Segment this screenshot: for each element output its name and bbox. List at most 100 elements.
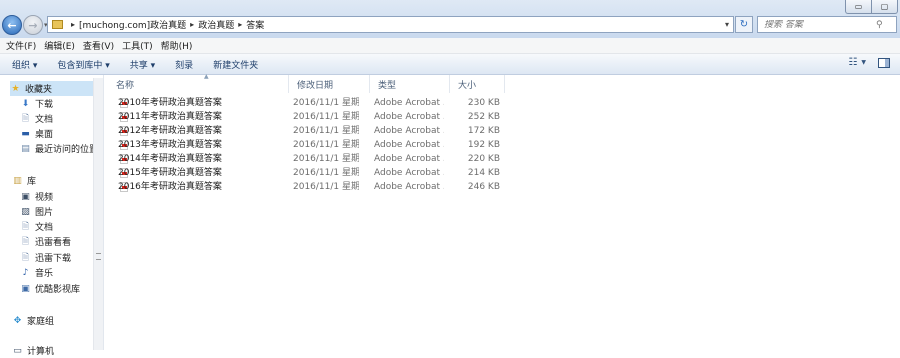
burn-button[interactable]: 刻录 <box>175 58 193 71</box>
file-row[interactable]: 2011年考研政治真题答案 2016/11/1 星期... Adobe Acro… <box>104 110 524 124</box>
sidebar-item-label: 优酷影视库 <box>35 285 81 295</box>
sidebar-item-label: 音乐 <box>35 269 54 279</box>
file-list: 名称 ▲ 修改日期 类型 大小 2010年考研政治真题答案 2016/11/1 … <box>104 73 900 350</box>
sidebar-item-label: 迅雷看看 <box>35 238 72 248</box>
view-controls: ☷ ▼ <box>848 57 890 68</box>
file-name: 2015年考研政治真题答案 <box>118 168 222 178</box>
share-button[interactable]: 共享 ▾ <box>130 58 155 71</box>
search-icon[interactable]: ⚲ <box>876 20 883 30</box>
computer-icon: ▭ <box>13 345 22 356</box>
forward-arrow-icon: → <box>28 18 38 32</box>
refresh-icon: ↻ <box>739 19 749 30</box>
title-bar: ▭ ▢ ← → ▾ ▸ [muchong.com]政治真题 ▸ 政治真题 ▸ 答… <box>0 0 900 38</box>
maximize-button[interactable]: ▢ <box>871 0 898 14</box>
sidebar-item-label: 迅雷下载 <box>35 254 72 264</box>
column-header-label: 修改日期 <box>297 80 334 91</box>
back-arrow-icon: ← <box>7 18 17 32</box>
file-row[interactable]: 2013年考研政治真题答案 2016/11/1 星期... Adobe Acro… <box>104 138 524 152</box>
sort-ascending-icon: ▲ <box>204 73 209 80</box>
file-size: 220 KB <box>467 154 500 164</box>
file-row[interactable]: 2014年考研政治真题答案 2016/11/1 星期... Adobe Acro… <box>104 152 524 166</box>
preview-pane-icon[interactable] <box>878 57 890 68</box>
file-date: 2016/11/1 星期... <box>293 98 359 108</box>
file-date: 2016/11/1 星期... <box>293 182 359 192</box>
homegroup-icon: ✥ <box>13 315 22 326</box>
file-name: 2013年考研政治真题答案 <box>118 140 222 150</box>
file-type: Adobe Acrobat ... <box>374 154 444 164</box>
view-dropdown-icon[interactable]: ▼ <box>861 59 866 66</box>
forward-button[interactable]: → <box>23 15 43 35</box>
file-type: Adobe Acrobat ... <box>374 168 444 178</box>
breadcrumb-separator: ▸ <box>71 20 76 29</box>
file-date: 2016/11/1 星期... <box>293 126 359 136</box>
column-header-size[interactable]: 大小 <box>450 75 505 93</box>
address-dropdown-icon[interactable]: ▾ <box>725 20 729 29</box>
file-row[interactable]: 2012年考研政治真题答案 2016/11/1 星期... Adobe Acro… <box>104 124 524 138</box>
sidebar-item-label: 收藏夹 <box>25 85 53 95</box>
menu-view[interactable]: 查看(V) <box>83 39 114 52</box>
library-icon: ▥ <box>13 175 22 186</box>
column-header-label: 名称 <box>116 80 135 91</box>
breadcrumb-item[interactable]: 政治真题 <box>198 18 234 31</box>
file-type: Adobe Acrobat ... <box>374 126 444 136</box>
video-library-icon: ▣ <box>21 283 30 294</box>
navigation-pane: ★ 收藏夹 ⬇ 下载 🗎 文档 ▬ 桌面 ▤ 最近访问的位置 ▥ 库 ▣ 视频 … <box>0 75 104 357</box>
file-type: Adobe Acrobat ... <box>374 182 444 192</box>
search-box[interactable]: ⚲ <box>757 16 897 33</box>
sidebar-item-label: 视频 <box>35 193 54 203</box>
column-header-name[interactable]: 名称 ▲ <box>108 73 289 93</box>
include-in-library-button[interactable]: 包含到库中 ▾ <box>57 58 109 71</box>
file-date: 2016/11/1 星期... <box>293 112 359 122</box>
star-icon: ★ <box>11 83 20 94</box>
picture-icon: ▨ <box>21 206 30 217</box>
file-row[interactable]: 2015年考研政治真题答案 2016/11/1 星期... Adobe Acro… <box>104 166 524 180</box>
minimize-button[interactable]: ▭ <box>845 0 871 14</box>
new-folder-button[interactable]: 新建文件夹 <box>213 58 258 71</box>
file-size: 230 KB <box>467 98 500 108</box>
menu-help[interactable]: 帮助(H) <box>161 39 193 52</box>
column-header-type[interactable]: 类型 <box>370 75 450 93</box>
navigation-buttons: ← → ▾ <box>2 15 52 35</box>
column-header-label: 大小 <box>458 80 477 91</box>
column-header-label: 类型 <box>378 80 397 91</box>
file-size: 172 KB <box>467 126 500 136</box>
file-size: 246 KB <box>467 182 500 192</box>
breadcrumb-separator[interactable]: ▸ <box>238 20 242 29</box>
organize-button[interactable]: 组织 ▾ <box>12 58 37 71</box>
navigation-pane-scrollbar[interactable] <box>93 78 103 350</box>
sidebar-item-label: 文档 <box>35 115 54 125</box>
back-button[interactable]: ← <box>2 15 22 35</box>
file-size: 214 KB <box>467 168 500 178</box>
recent-places-icon: ▤ <box>21 143 30 154</box>
scrollbar-grip[interactable] <box>96 253 101 260</box>
sidebar-item-favorites[interactable]: ★ 收藏夹 <box>10 81 93 96</box>
video-icon: ▣ <box>21 191 30 202</box>
search-input[interactable] <box>764 19 874 30</box>
breadcrumb-item[interactable]: 答案 <box>246 18 264 31</box>
folder-icon <box>52 20 63 29</box>
sidebar-item-label: 图片 <box>35 208 54 218</box>
file-type: Adobe Acrobat ... <box>374 98 444 108</box>
file-type: Adobe Acrobat ... <box>374 140 444 150</box>
view-options-icon[interactable]: ☷ <box>848 57 857 68</box>
file-row[interactable]: 2010年考研政治真题答案 2016/11/1 星期... Adobe Acro… <box>104 96 524 110</box>
sidebar-item-label: 桌面 <box>35 130 54 140</box>
file-row[interactable]: 2016年考研政治真题答案 2016/11/1 星期... Adobe Acro… <box>104 180 524 194</box>
menu-tools[interactable]: 工具(T) <box>122 39 153 52</box>
column-header-date[interactable]: 修改日期 <box>289 75 370 93</box>
file-name: 2010年考研政治真题答案 <box>118 98 222 108</box>
file-date: 2016/11/1 星期... <box>293 154 359 164</box>
breadcrumb-separator[interactable]: ▸ <box>190 20 194 29</box>
menu-edit[interactable]: 编辑(E) <box>44 39 75 52</box>
document-icon: 🗎 <box>21 221 30 232</box>
sidebar-item-label: 家庭组 <box>27 317 55 327</box>
file-size: 192 KB <box>467 140 500 150</box>
refresh-button[interactable]: ↻ <box>735 16 753 33</box>
file-size: 252 KB <box>467 112 500 122</box>
address-bar[interactable]: ▸ [muchong.com]政治真题 ▸ 政治真题 ▸ 答案 ▾ <box>47 16 734 33</box>
breadcrumb-item[interactable]: [muchong.com]政治真题 <box>79 18 186 31</box>
document-icon: 🗎 <box>21 252 30 263</box>
menu-file[interactable]: 文件(F) <box>6 39 36 52</box>
desktop-icon: ▬ <box>21 128 30 139</box>
document-icon: 🗎 <box>21 113 30 124</box>
